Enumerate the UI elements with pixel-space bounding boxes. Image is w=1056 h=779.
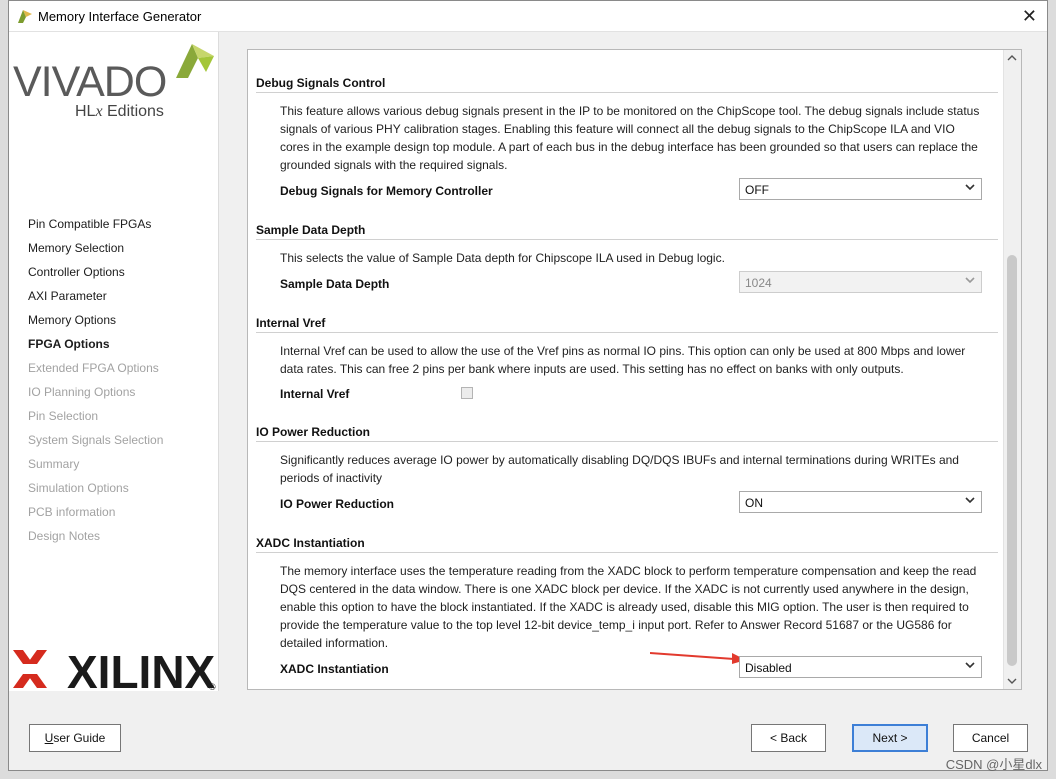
section-divider: [256, 92, 998, 93]
iopower-description: Significantly reduces average IO power b…: [280, 453, 959, 485]
xadc-instantiation-select[interactable]: Disabled: [739, 656, 982, 678]
debug-section-title: Debug Signals Control: [256, 76, 386, 90]
user-guide-button[interactable]: User Guide: [29, 724, 121, 752]
svg-text:®: ®: [209, 682, 216, 692]
nav-item[interactable]: Pin Compatible FPGAs: [28, 212, 163, 236]
scrollbar-thumb[interactable]: [1007, 255, 1017, 666]
left-sidebar: VIVADO HLx Editions Pin Compatible FPGAs…: [9, 32, 219, 694]
nav-item: IO Planning Options: [28, 385, 136, 399]
scroll-up-icon[interactable]: [1007, 53, 1017, 63]
xadc-description: The memory interface uses the temperatur…: [280, 564, 977, 650]
sample-depth-label: Sample Data Depth: [280, 277, 390, 291]
debug-description: This feature allows various debug signal…: [280, 104, 980, 172]
vertical-scrollbar[interactable]: [1003, 50, 1021, 689]
sample-section-title: Sample Data Depth: [256, 223, 366, 237]
options-panel: Debug Signals Control This feature allow…: [247, 49, 1022, 690]
chevron-down-icon: [965, 497, 975, 504]
vivado-app-icon: [18, 10, 32, 23]
vivado-logo-icon: [176, 44, 214, 78]
sample-description: This selects the value of Sample Data de…: [280, 251, 725, 265]
internal-vref-checkbox[interactable]: [461, 387, 473, 399]
xadc-instantiation-label: XADC Instantiation: [280, 662, 389, 676]
window-title: Memory Interface Generator: [38, 9, 202, 24]
close-icon[interactable]: ✕: [1022, 6, 1037, 27]
chevron-down-icon: [965, 662, 975, 669]
step-nav: Pin Compatible FPGAs Memory Selection Cont…: [28, 212, 163, 548]
nav-item[interactable]: Controller Options: [28, 260, 163, 284]
io-power-reduction-select[interactable]: ON: [739, 491, 982, 513]
iopower-section-title: IO Power Reduction: [256, 425, 371, 439]
section-divider: [256, 441, 998, 442]
nav-item: Pin Selection: [28, 409, 99, 423]
nav-item[interactable]: Memory Selection: [28, 236, 163, 260]
back-button[interactable]: < Back: [751, 724, 826, 752]
next-button[interactable]: Next >: [852, 724, 928, 752]
title-bar: Memory Interface Generator ✕: [9, 1, 1047, 32]
xilinx-logo: XILINX ®: [13, 646, 216, 694]
scroll-down-icon[interactable]: [1007, 676, 1017, 686]
vivado-wordmark: VIVADO: [13, 58, 167, 106]
section-divider: [256, 552, 998, 553]
nav-item: Summary: [28, 457, 80, 471]
section-divider: [256, 332, 998, 333]
chevron-down-icon: [965, 184, 975, 191]
nav-item[interactable]: FPGA Options: [28, 332, 163, 356]
sample-depth-select: 1024: [739, 271, 982, 293]
xadc-section-title: XADC Instantiation: [256, 536, 365, 550]
nav-item: Simulation Options: [28, 481, 129, 495]
vref-description: Internal Vref can be used to allow the u…: [280, 344, 966, 376]
nav-item: Extended FPGA Options: [28, 361, 159, 375]
xilinx-wordmark: XILINX: [67, 646, 216, 694]
debug-signals-select[interactable]: OFF: [739, 178, 982, 200]
vref-section-title: Internal Vref: [256, 316, 326, 330]
watermark: CSDN @小星dlx: [945, 757, 1042, 772]
internal-vref-label: Internal Vref: [280, 387, 350, 401]
annotation-arrow: [650, 652, 746, 664]
section-divider: [256, 239, 998, 240]
nav-item[interactable]: Memory Options: [28, 308, 163, 332]
nav-item: PCB information: [28, 505, 116, 519]
cancel-button[interactable]: Cancel: [953, 724, 1028, 752]
options-scroll-content: Debug Signals Control This feature allow…: [248, 50, 1004, 689]
mig-dialog: Memory Interface Generator ✕ VIVADO HLx …: [8, 0, 1048, 771]
debug-signals-label: Debug Signals for Memory Controller: [280, 184, 493, 198]
chevron-down-icon: [965, 277, 975, 284]
nav-item[interactable]: AXI Parameter: [28, 284, 163, 308]
edition-label: HLx Editions: [75, 103, 164, 120]
nav-item: System Signals Selection: [28, 433, 164, 447]
io-power-reduction-label: IO Power Reduction: [280, 497, 395, 511]
nav-item: Design Notes: [28, 529, 101, 543]
